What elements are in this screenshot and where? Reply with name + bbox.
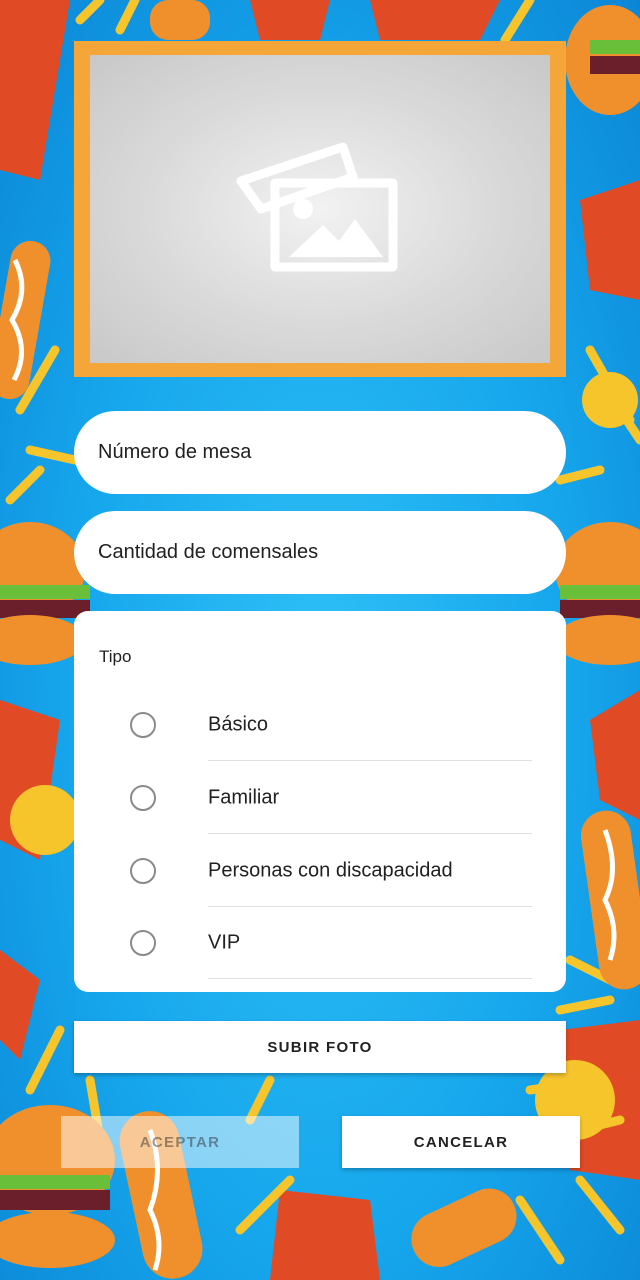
divider bbox=[208, 978, 532, 979]
subir-foto-button[interactable]: SUBIR FOTO bbox=[74, 1021, 566, 1073]
tipo-radio-group: Tipo Básico Familiar Personas con discap… bbox=[74, 611, 566, 992]
radio-option-discapacidad[interactable]: Personas con discapacidad bbox=[74, 835, 566, 907]
aceptar-button[interactable]: ACEPTAR bbox=[61, 1116, 299, 1168]
image-placeholder-icon bbox=[236, 142, 398, 272]
divider bbox=[208, 833, 532, 834]
radio-label: Personas con discapacidad bbox=[208, 859, 453, 882]
photo-preview bbox=[90, 55, 550, 363]
radio-option-familiar[interactable]: Familiar bbox=[74, 762, 566, 834]
radio-label: Familiar bbox=[208, 786, 280, 809]
tipo-label: Tipo bbox=[99, 647, 132, 666]
radio-button[interactable] bbox=[130, 858, 156, 884]
radio-option-vip[interactable]: VIP bbox=[74, 907, 566, 979]
radio-option-basico[interactable]: Básico bbox=[74, 689, 566, 761]
radio-button[interactable] bbox=[130, 930, 156, 956]
cantidad-comensales-input[interactable] bbox=[74, 511, 566, 594]
radio-label: VIP bbox=[208, 931, 241, 954]
numero-mesa-input[interactable] bbox=[74, 411, 566, 494]
photo-frame[interactable] bbox=[74, 41, 566, 377]
cancelar-button[interactable]: CANCELAR bbox=[342, 1116, 580, 1168]
divider bbox=[208, 760, 532, 761]
radio-button[interactable] bbox=[130, 785, 156, 811]
radio-label: Básico bbox=[208, 713, 269, 736]
radio-button[interactable] bbox=[130, 712, 156, 738]
